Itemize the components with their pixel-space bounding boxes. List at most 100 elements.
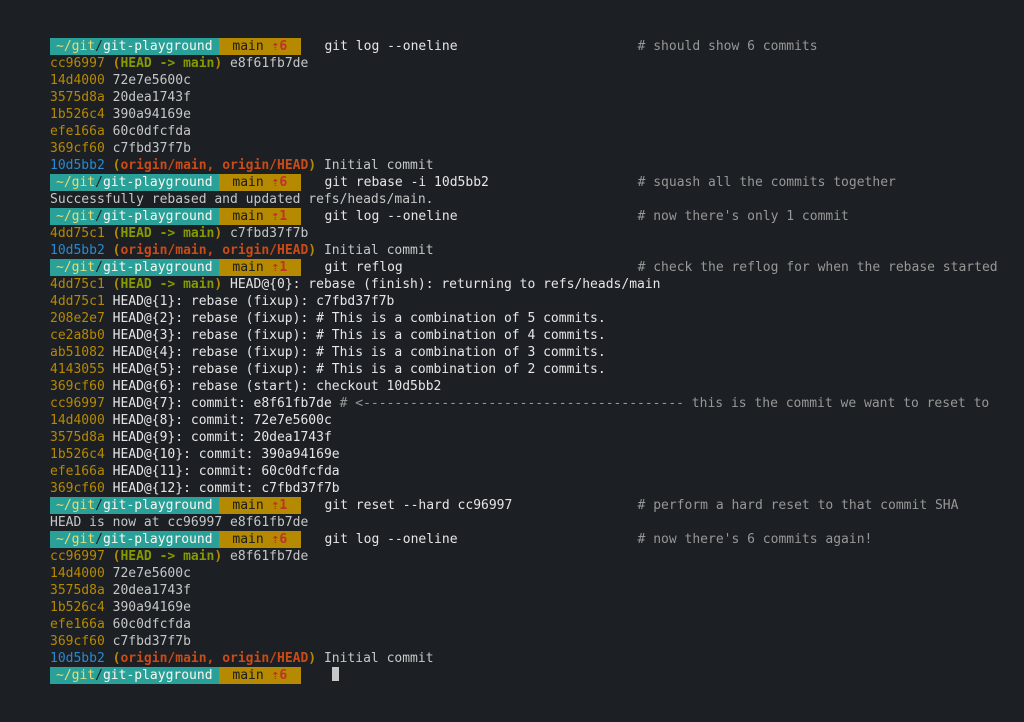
terminal-line: cc96997 (HEAD -> main) e8f61fb7de — [50, 55, 974, 72]
terminal-line: ~/git/git-playground main ⇡1 git reflog … — [50, 259, 974, 276]
ref-head: HEAD -> main — [120, 226, 214, 241]
terminal-line: cc96997 (HEAD -> main) e8f61fb7de — [50, 548, 974, 565]
reflog-entry: HEAD@{3}: rebase (fixup): # This is a co… — [113, 328, 606, 343]
line-comment: # perform a hard reset to that commit SH… — [512, 498, 958, 513]
terminal-line: 10d5bb2 (origin/main, origin/HEAD) Initi… — [50, 242, 974, 259]
commit-hash: cc96997 — [50, 549, 105, 564]
terminal-line: ~/git/git-playground main ⇡6 — [50, 667, 974, 684]
terminal-line: 14d4000 HEAD@{8}: commit: 72e7e5600c — [50, 412, 974, 429]
terminal-line: 4143055 HEAD@{5}: rebase (fixup): # This… — [50, 361, 974, 378]
commit-hash: cc96997 — [50, 396, 105, 411]
terminal-line: 369cf60 c7fbd37f7b — [50, 633, 974, 650]
cursor — [332, 667, 339, 681]
reflog-entry: HEAD@{2}: rebase (fixup): # This is a co… — [113, 311, 606, 326]
line-comment: # should show 6 commits — [458, 39, 818, 54]
reflog-entry: HEAD@{10}: commit: 390a94169e — [113, 447, 340, 462]
command-text: git log --oneline — [324, 532, 457, 547]
terminal-line: 4dd75c1 (HEAD -> main) HEAD@{0}: rebase … — [50, 276, 974, 293]
terminal-output[interactable]: ~/git/git-playground main ⇡6 git log --o… — [0, 0, 1024, 722]
terminal-line: 1b526c4 390a94169e — [50, 106, 974, 123]
reflog-entry: HEAD@{0}: rebase (finish): returning to … — [230, 277, 660, 292]
commit-msg: e8f61fb7de — [230, 549, 308, 564]
commit-msg: c7fbd37f7b — [230, 226, 308, 241]
terminal-line: ~/git/git-playground main ⇡6 git log --o… — [50, 38, 974, 55]
terminal-line: 3575d8a HEAD@{9}: commit: 20dea1743f — [50, 429, 974, 446]
commit-msg: c7fbd37f7b — [113, 141, 191, 156]
terminal-line: 3575d8a 20dea1743f — [50, 582, 974, 599]
commit-hash: 4dd75c1 — [50, 226, 105, 241]
command-text: git reflog — [324, 260, 402, 275]
terminal-line: 10d5bb2 (origin/main, origin/HEAD) Initi… — [50, 157, 974, 174]
ref-head: HEAD -> main — [120, 56, 214, 71]
commit-hash: efe166a — [50, 464, 105, 479]
terminal-line: 1b526c4 HEAD@{10}: commit: 390a94169e — [50, 446, 974, 463]
commit-hash: 1b526c4 — [50, 600, 105, 615]
commit-hash: ab51082 — [50, 345, 105, 360]
commit-hash: 3575d8a — [50, 583, 105, 598]
commit-hash: 4dd75c1 — [50, 294, 105, 309]
line-comment: # now there's 6 commits again! — [458, 532, 873, 547]
prompt-branch: main ⇡6 — [219, 667, 301, 684]
commit-hash: 1b526c4 — [50, 107, 105, 122]
commit-msg: 390a94169e — [113, 600, 191, 615]
command-text: git log --oneline — [324, 39, 457, 54]
commit-msg: c7fbd37f7b — [113, 634, 191, 649]
commit-hash: ce2a8b0 — [50, 328, 105, 343]
reflog-entry: HEAD@{11}: commit: 60c0dfcfda — [113, 464, 340, 479]
terminal-line: 3575d8a 20dea1743f — [50, 89, 974, 106]
terminal-line: 14d4000 72e7e5600c — [50, 72, 974, 89]
prompt-branch: main ⇡1 — [219, 208, 301, 225]
terminal-line: 369cf60 HEAD@{6}: rebase (start): checko… — [50, 378, 974, 395]
commit-msg: 72e7e5600c — [113, 73, 191, 88]
line-comment: # <-------------------------------------… — [340, 396, 990, 411]
reflog-entry: HEAD@{6}: rebase (start): checkout 10d5b… — [113, 379, 442, 394]
terminal-line: efe166a HEAD@{11}: commit: 60c0dfcfda — [50, 463, 974, 480]
prompt-branch: main ⇡1 — [219, 497, 301, 514]
commit-hash: 14d4000 — [50, 566, 105, 581]
commit-msg: 60c0dfcfda — [113, 124, 191, 139]
prompt-branch: main ⇡6 — [219, 531, 301, 548]
prompt-branch: main ⇡1 — [219, 259, 301, 276]
prompt-path: ~/git/git-playground — [50, 208, 219, 225]
reflog-entry: HEAD@{1}: rebase (fixup): c7fbd37f7b — [113, 294, 395, 309]
terminal-line: ~/git/git-playground main ⇡6 git rebase … — [50, 174, 974, 191]
terminal-line: 369cf60 HEAD@{12}: commit: c7fbd37f7b — [50, 480, 974, 497]
commit-hash: 4143055 — [50, 362, 105, 377]
prompt-path: ~/git/git-playground — [50, 497, 219, 514]
terminal-line: 4dd75c1 HEAD@{1}: rebase (fixup): c7fbd3… — [50, 293, 974, 310]
commit-hash: 369cf60 — [50, 634, 105, 649]
ref-head: HEAD -> main — [120, 549, 214, 564]
commit-msg: 20dea1743f — [113, 90, 191, 105]
terminal-line: ~/git/git-playground main ⇡1 git reset -… — [50, 497, 974, 514]
commit-msg: Initial commit — [324, 158, 434, 173]
terminal-line: 4dd75c1 (HEAD -> main) c7fbd37f7b — [50, 225, 974, 242]
line-comment: # now there's only 1 commit — [458, 209, 849, 224]
terminal-line: 14d4000 72e7e5600c — [50, 565, 974, 582]
terminal-line: 208e2e7 HEAD@{2}: rebase (fixup): # This… — [50, 310, 974, 327]
terminal-line: 1b526c4 390a94169e — [50, 599, 974, 616]
terminal-line: cc96997 HEAD@{7}: commit: e8f61fb7de # <… — [50, 395, 974, 412]
ref-remote: origin/main, origin/HEAD — [120, 243, 308, 258]
terminal-line: efe166a 60c0dfcfda — [50, 616, 974, 633]
terminal-line: efe166a 60c0dfcfda — [50, 123, 974, 140]
commit-msg: e8f61fb7de — [230, 56, 308, 71]
commit-msg: 390a94169e — [113, 107, 191, 122]
commit-hash: 369cf60 — [50, 141, 105, 156]
commit-hash: 1b526c4 — [50, 447, 105, 462]
commit-hash: 10d5bb2 — [50, 651, 105, 666]
prompt-path: ~/git/git-playground — [50, 531, 219, 548]
commit-hash: 3575d8a — [50, 430, 105, 445]
ref-remote: origin/main, origin/HEAD — [120, 158, 308, 173]
commit-hash: 369cf60 — [50, 379, 105, 394]
terminal-line: 369cf60 c7fbd37f7b — [50, 140, 974, 157]
line-comment: # squash all the commits together — [489, 175, 896, 190]
prompt-branch: main ⇡6 — [219, 174, 301, 191]
commit-hash: 10d5bb2 — [50, 158, 105, 173]
commit-hash: 208e2e7 — [50, 311, 105, 326]
commit-msg: Initial commit — [324, 243, 434, 258]
terminal-line: HEAD is now at cc96997 e8f61fb7de — [50, 514, 974, 531]
commit-hash: 3575d8a — [50, 90, 105, 105]
ref-head: HEAD -> main — [120, 277, 214, 292]
terminal-line: ab51082 HEAD@{4}: rebase (fixup): # This… — [50, 344, 974, 361]
prompt-path: ~/git/git-playground — [50, 667, 219, 684]
